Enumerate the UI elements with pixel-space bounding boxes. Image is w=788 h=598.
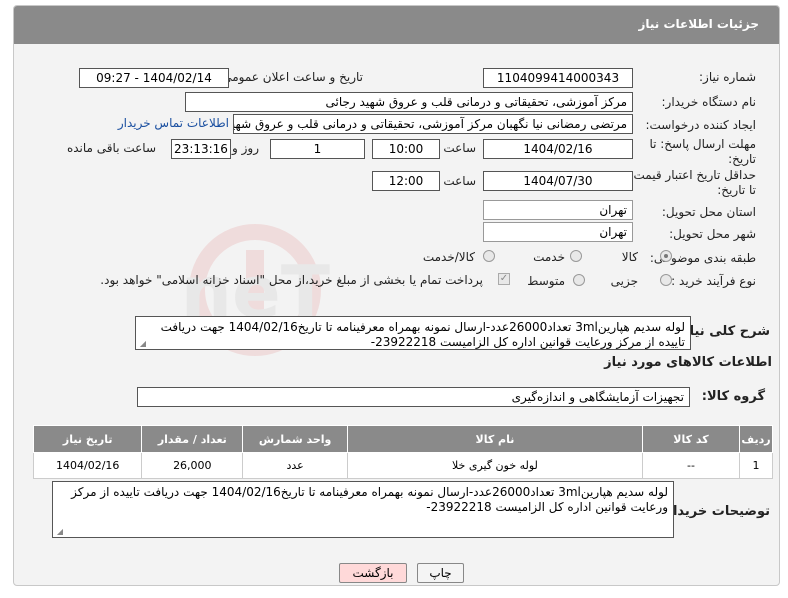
col-need-date: تاریخ نیاز (32, 425, 143, 453)
purchase-type-option-medium: متوسط (527, 274, 565, 288)
goods-table: ردیف کد کالا نام کالا واحد شمارش تعداد /… (32, 425, 773, 479)
resize-grip-icon[interactable]: ◢ (55, 528, 63, 536)
category-option-goods: کالا (621, 250, 638, 264)
category-option-service: خدمت (533, 250, 565, 264)
remaining-time-field: 23:13:16 (171, 139, 231, 159)
back-button[interactable]: بازگشت (339, 563, 407, 583)
reply-days-field: 1 (270, 139, 365, 159)
treasury-checkbox[interactable]: ✓ (498, 273, 510, 285)
price-validity-label-2: تا تاریخ: (717, 183, 756, 197)
category-radio-goods-service[interactable] (483, 250, 495, 262)
goods-info-title: اطلاعات کالاهای مورد نیاز (604, 355, 772, 370)
reply-time-label: ساعت (443, 141, 476, 155)
cell-need-date: 1404/02/16 (32, 452, 143, 479)
city-field: تهران (483, 222, 633, 242)
reply-deadline-label-2: تاریخ: (728, 152, 756, 166)
goods-group-label: گروه کالا: (701, 389, 765, 404)
reply-date-field: 1404/02/16 (483, 139, 633, 159)
col-row-number: ردیف (739, 425, 773, 453)
description-text: لوله سدیم هپارین3ml تعداد26000عدد-ارسال … (160, 320, 685, 349)
col-goods-code: کد کالا (641, 425, 741, 453)
table-row: 1 -- لوله خون گیری خلا عدد 26,000 1404/0… (32, 452, 773, 479)
need-number-label: شماره نیاز: (699, 70, 756, 84)
province-field: تهران (483, 200, 633, 220)
buyer-org-label: نام دستگاه خریدار: (661, 95, 757, 109)
col-quantity: تعداد / مقدار (141, 425, 244, 453)
buyer-org-field: مرکز آموزشی، تحقیقاتی و درمانی قلب و عرو… (185, 92, 633, 112)
price-validity-time-label: ساعت (443, 174, 476, 188)
category-option-goods-service: کالا/خدمت (422, 250, 475, 264)
province-label: استان محل تحویل: (661, 205, 756, 219)
cell-unit: عدد (242, 452, 349, 479)
purchase-type-option-minor: جزیی (610, 274, 638, 288)
city-label: شهر محل تحویل: (669, 227, 756, 241)
buyer-notes-label: توضیحات خریدار: (660, 504, 770, 519)
reply-time-field: 10:00 (372, 139, 440, 159)
price-validity-date-field: 1404/07/30 (483, 171, 633, 191)
goods-table-header: ردیف کد کالا نام کالا واحد شمارش تعداد /… (32, 425, 773, 453)
print-button[interactable]: چاپ (417, 563, 464, 583)
category-radio-goods[interactable] (660, 250, 672, 262)
buyer-contact-link[interactable]: اطلاعات تماس خریدار (118, 116, 229, 130)
announce-field: 1404/02/14 - 09:27 (79, 68, 229, 88)
reply-days-label: روز و (232, 141, 259, 155)
buyer-notes-textarea[interactable]: لوله سدیم هپارین3ml تعداد26000عدد-ارسال … (52, 481, 674, 538)
cell-goods-name: لوله خون گیری خلا (347, 452, 643, 479)
requester-label: ایجاد کننده درخواست: (645, 118, 756, 132)
page-title: جزئیات اطلاعات نیاز (638, 17, 759, 31)
resize-grip-icon[interactable]: ◢ (138, 340, 146, 348)
purchase-type-radio-medium[interactable] (573, 274, 585, 286)
purchase-type-radio-minor[interactable] (660, 274, 672, 286)
goods-group-field: تجهیزات آزمایشگاهی و اندازه‌گیری (137, 387, 690, 407)
description-textarea[interactable]: لوله سدیم هپارین3ml تعداد26000عدد-ارسال … (135, 316, 691, 350)
remaining-time-label: ساعت باقی مانده (66, 141, 156, 155)
col-unit: واحد شمارش (242, 425, 349, 453)
need-number-field: 1104099414000343 (483, 68, 633, 88)
treasury-note: پرداخت تمام یا بخشی از مبلغ خرید،از محل … (100, 273, 483, 287)
price-validity-time-field: 12:00 (372, 171, 440, 191)
announce-label: تاریخ و ساعت اعلان عمومی: (218, 70, 363, 84)
purchase-type-label: نوع فرآیند خرید : (671, 274, 756, 288)
cell-goods-code: -- (641, 452, 741, 479)
cell-row-number: 1 (739, 452, 773, 479)
buyer-notes-text: لوله سدیم هپارین3ml تعداد26000عدد-ارسال … (71, 485, 668, 514)
price-validity-label-1: حداقل تاریخ اعتبار قیمت: (629, 168, 756, 182)
requester-field: مرتضی رمضانی نیا نگهبان مرکز آموزشی، تحق… (233, 114, 633, 134)
category-radio-service[interactable] (570, 250, 582, 262)
page-header: جزئیات اطلاعات نیاز (14, 6, 779, 44)
reply-deadline-label-1: مهلت ارسال پاسخ: تا (649, 137, 756, 151)
cell-quantity: 26,000 (141, 452, 244, 479)
col-goods-name: نام کالا (347, 425, 643, 453)
